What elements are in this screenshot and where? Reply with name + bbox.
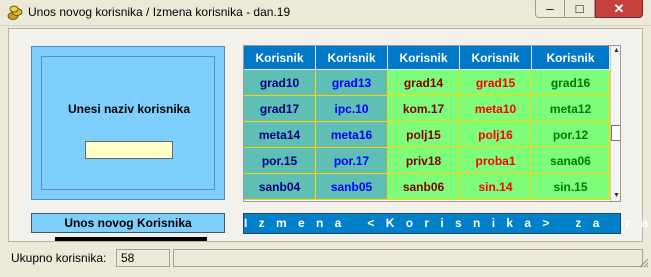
table-row[interactable]: sanb04 sanb05 sanb06 sin.14 sin.15 [244,174,610,200]
client-area: Unesi naziv korisnika Korisnik Korisnik … [8,28,648,242]
grid-cell[interactable]: meta14 [244,122,316,148]
grid-cell[interactable]: sin.14 [460,174,532,200]
status-panel [173,249,643,267]
resize-grip-icon[interactable] [637,256,649,268]
grid-cell[interactable]: sin.15 [532,174,610,200]
grid-cell[interactable]: sanb06 [388,174,460,200]
users-grid[interactable]: Korisnik Korisnik Korisnik Korisnik Kori… [243,45,621,202]
scroll-thumb[interactable] [611,125,620,141]
grid-cell[interactable]: polj15 [388,122,460,148]
entry-panel: Unesi naziv korisnika [31,46,225,200]
name-prompt: Unesi naziv korisnika [67,102,191,116]
grid-cell[interactable]: grad17 [244,96,316,122]
grid-cell[interactable]: polj16 [460,122,532,148]
maximize-button[interactable]: □ [565,0,595,18]
table-row[interactable]: meta14 meta16 polj15 polj16 por.12 [244,122,610,148]
grid-body: grad10 grad13 grad14 grad15 grad16 grad1… [244,70,610,200]
grid-cell[interactable]: sanb05 [316,174,388,200]
edit-user-button[interactable]: I z m e n a < K o r i s n i k a > z a r … [243,213,648,234]
scroll-up-icon[interactable]: ▲ [612,46,620,56]
add-user-button[interactable]: Unos novog Korisnika [31,213,225,233]
column-header[interactable]: Korisnik [460,46,532,70]
column-header[interactable]: Korisnik [244,46,316,70]
title-bar[interactable]: Unos novog korisnika / Izmena korisnika … [0,0,651,26]
status-bar: Ukupno korisnika: 58 [0,248,651,277]
minimize-button[interactable]: – [535,0,565,18]
scroll-down-icon[interactable]: ▼ [612,191,620,201]
close-button[interactable]: ✕ [595,0,643,18]
grid-cell[interactable]: priv18 [388,148,460,174]
focus-underline [55,237,207,241]
app-icon [7,5,23,20]
grid-header: Korisnik Korisnik Korisnik Korisnik Kori… [244,46,610,70]
grid-cell[interactable]: meta10 [460,96,532,122]
grid-cell[interactable]: por.12 [532,122,610,148]
entry-panel-inner: Unesi naziv korisnika [41,56,215,190]
user-count-value: 58 [116,249,170,267]
grid-cell[interactable]: meta12 [532,96,610,122]
user-name-input[interactable] [85,141,173,159]
grid-cell[interactable]: grad13 [316,70,388,96]
column-header[interactable]: Korisnik [388,46,460,70]
table-row[interactable]: por.15 por.17 priv18 proba1 sana06 [244,148,610,174]
table-row[interactable]: grad10 grad13 grad14 grad15 grad16 [244,70,610,96]
grid-cell[interactable]: kom.17 [388,96,460,122]
grid-scrollbar[interactable]: ▲ ▼ [610,46,620,201]
app-window: Unos novog korisnika / Izmena korisnika … [0,0,651,277]
grid-cell[interactable]: grad15 [460,70,532,96]
grid-cell[interactable]: sanb04 [244,174,316,200]
column-header[interactable]: Korisnik [316,46,388,70]
grid-cell[interactable]: proba1 [460,148,532,174]
grid-cell[interactable]: meta16 [316,122,388,148]
grid-cell[interactable]: por.17 [316,148,388,174]
grid-cell[interactable]: ipc.10 [316,96,388,122]
grid-cell[interactable]: grad16 [532,70,610,96]
column-header[interactable]: Korisnik [532,46,610,70]
grid-cell[interactable]: grad10 [244,70,316,96]
user-count-label: Ukupno korisnika: [11,251,107,265]
window-title: Unos novog korisnika / Izmena korisnika … [28,5,291,19]
table-row[interactable]: grad17 ipc.10 kom.17 meta10 meta12 [244,96,610,122]
grid-cell[interactable]: grad14 [388,70,460,96]
grid-cell[interactable]: sana06 [532,148,610,174]
grid-cell[interactable]: por.15 [244,148,316,174]
